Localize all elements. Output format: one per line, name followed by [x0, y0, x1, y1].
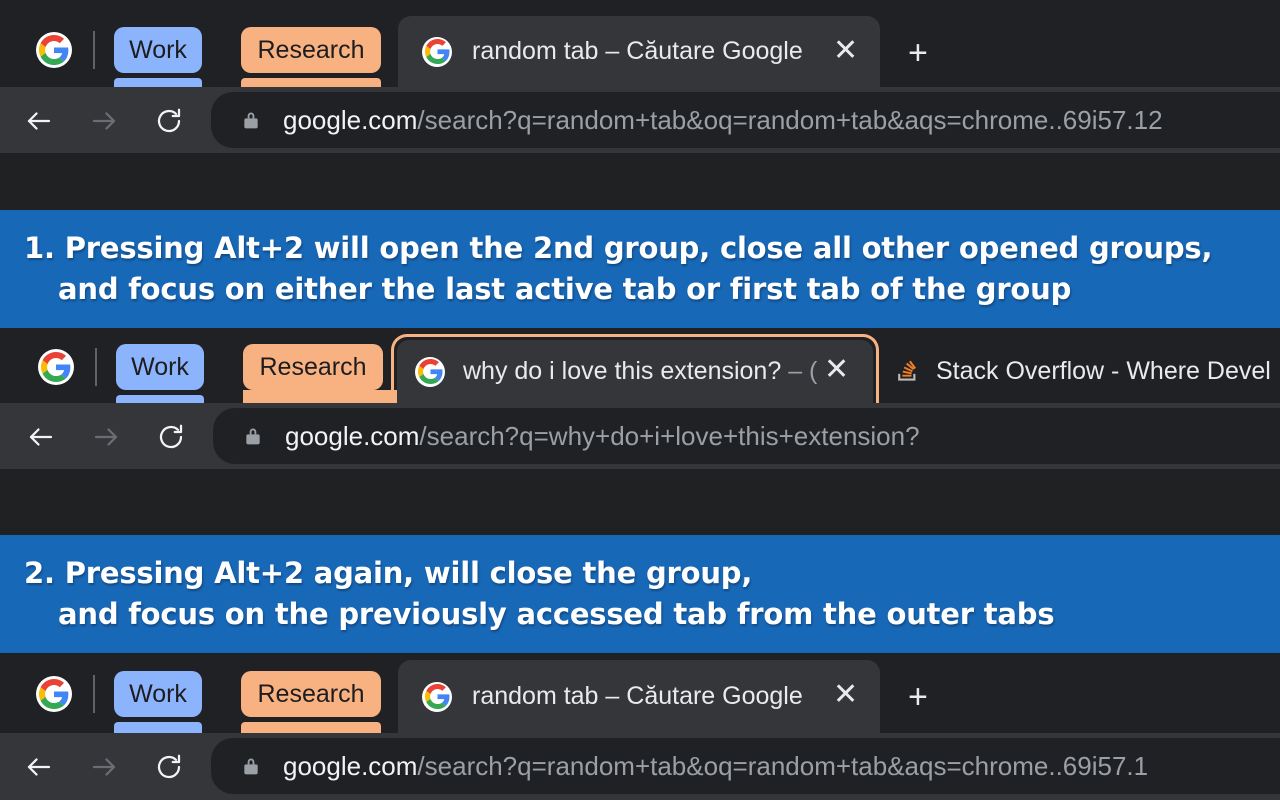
browser-window-1: Work Research random tab – Căutare Googl… — [0, 0, 1280, 210]
forward-arrow-icon — [91, 422, 121, 452]
url-text: google.com/search?q=random+tab&oq=random… — [283, 751, 1148, 782]
google-favicon-icon — [422, 681, 452, 712]
tab-group-research[interactable]: Research — [241, 27, 381, 73]
nav-bar-2: google.com/search?q=why+do+i+love+this+e… — [0, 403, 1280, 469]
browser-window-3: Work Research random tab – Căutare Googl… — [0, 653, 1280, 800]
close-icon[interactable]: ✕ — [833, 680, 858, 710]
address-bar-2[interactable]: google.com/search?q=why+do+i+love+this+e… — [213, 408, 1280, 464]
address-bar-1[interactable]: google.com/search?q=random+tab&oq=random… — [211, 92, 1280, 148]
url-path: /search?q=random+tab&oq=random+tab&aqs=c… — [417, 104, 1163, 135]
logo-divider — [95, 348, 97, 386]
tab-group-research[interactable]: Research — [241, 671, 381, 717]
caption-line-1: 2. Pressing Alt+2 again, will close the … — [24, 556, 753, 590]
tab-group-work[interactable]: Work — [114, 27, 202, 73]
caption-banner-1: 1. Pressing Alt+2 will open the 2nd grou… — [0, 210, 1280, 328]
url-domain: google.com — [285, 420, 420, 451]
tab-group-research-label: Research — [257, 35, 365, 64]
tab-group-research-label: Research — [259, 352, 367, 381]
tab-title: random tab – Căutare Google — [472, 682, 803, 710]
reload-icon[interactable] — [154, 752, 184, 782]
tab-group-work-indicator — [114, 78, 202, 87]
reload-icon[interactable] — [154, 106, 184, 136]
tab-title-text: why do i love this extension? — [463, 357, 789, 385]
lock-icon — [241, 109, 261, 131]
tab-group-research-connector — [243, 390, 413, 403]
url-domain: google.com — [283, 750, 418, 781]
back-arrow-icon[interactable] — [24, 106, 54, 136]
page-viewport-1 — [0, 153, 1280, 210]
google-favicon-icon — [422, 36, 452, 67]
close-icon[interactable]: ✕ — [824, 355, 849, 385]
tab-title-suffix: – ( — [788, 357, 818, 385]
logo-divider — [93, 31, 95, 69]
nav-bar-1: google.com/search?q=random+tab&oq=random… — [0, 87, 1280, 153]
screenshot-root: Work Research random tab – Căutare Googl… — [0, 0, 1280, 800]
tab-group-work-label: Work — [129, 679, 187, 708]
logo-divider — [93, 675, 95, 713]
plus-icon[interactable]: + — [908, 36, 928, 70]
url-domain: google.com — [283, 104, 418, 135]
tab-inactive-stackoverflow[interactable]: Stack Overflow - Where Devel — [882, 340, 1280, 403]
caption-banner-2: 2. Pressing Alt+2 again, will close the … — [0, 535, 1280, 653]
back-arrow-icon[interactable] — [26, 422, 56, 452]
tab-group-work-indicator — [114, 722, 202, 733]
tab-active-1[interactable]: random tab – Căutare Google — [398, 16, 880, 87]
tab-title: random tab – Căutare Google — [472, 37, 803, 65]
tab-active-2[interactable]: why do i love this extension? – ( — [397, 340, 873, 403]
tab-strip-3: Work Research random tab – Căutare Googl… — [0, 653, 1280, 733]
url-text: google.com/search?q=why+do+i+love+this+e… — [285, 421, 920, 452]
back-arrow-icon[interactable] — [24, 752, 54, 782]
lock-icon — [243, 425, 263, 447]
caption-line-2: and focus on the previously accessed tab… — [58, 597, 1055, 631]
caption-line-1: 1. Pressing Alt+2 will open the 2nd grou… — [24, 231, 1213, 265]
google-logo-icon — [36, 676, 72, 712]
url-text: google.com/search?q=random+tab&oq=random… — [283, 105, 1163, 136]
tab-group-work[interactable]: Work — [114, 671, 202, 717]
url-path: /search?q=why+do+i+love+this+extension? — [419, 420, 920, 451]
nav-bar-3: google.com/search?q=random+tab&oq=random… — [0, 733, 1280, 800]
tab-title: why do i love this extension? – ( — [463, 357, 817, 386]
reload-icon[interactable] — [156, 422, 186, 452]
tab-group-research-indicator — [241, 722, 381, 733]
tab-group-research-indicator — [241, 78, 381, 87]
google-logo-icon — [38, 349, 74, 385]
plus-icon[interactable]: + — [908, 680, 928, 714]
google-logo-icon — [36, 32, 72, 68]
google-favicon-icon — [415, 356, 445, 387]
stackoverflow-favicon-icon — [890, 357, 920, 387]
tab-strip-1: Work Research random tab – Căutare Googl… — [0, 0, 1280, 87]
close-icon[interactable]: ✕ — [833, 36, 858, 66]
tab-title: Stack Overflow - Where Devel — [936, 357, 1271, 385]
browser-window-2: Work Research why do i love this extensi… — [0, 328, 1280, 535]
forward-arrow-icon — [89, 752, 119, 782]
forward-arrow-icon — [89, 106, 119, 136]
tab-group-research[interactable]: Research — [243, 344, 383, 390]
tab-group-work-label: Work — [131, 352, 189, 381]
lock-icon — [241, 755, 261, 777]
tab-group-research-label: Research — [257, 679, 365, 708]
caption-line-2: and focus on either the last active tab … — [58, 272, 1072, 306]
url-path: /search?q=random+tab&oq=random+tab&aqs=c… — [417, 750, 1149, 781]
tab-group-work-indicator — [116, 395, 204, 403]
page-viewport-2 — [0, 469, 1280, 535]
address-bar-3[interactable]: google.com/search?q=random+tab&oq=random… — [211, 738, 1280, 794]
tab-active-3[interactable]: random tab – Căutare Google — [398, 660, 880, 733]
tab-group-work-label: Work — [129, 35, 187, 64]
tab-group-work[interactable]: Work — [116, 344, 204, 390]
tab-strip-2: Work Research why do i love this extensi… — [0, 328, 1280, 403]
